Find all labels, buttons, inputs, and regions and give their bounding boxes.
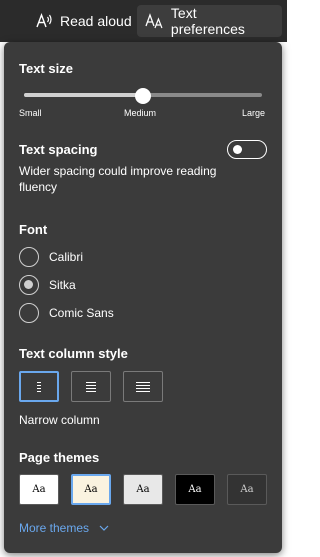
- text-size-small-label: Small: [19, 108, 42, 118]
- font-option-label: Sitka: [49, 278, 76, 292]
- chevron-down-icon: [99, 525, 109, 531]
- column-line: [136, 384, 150, 386]
- theme-light-gray-button[interactable]: Aa: [123, 474, 163, 505]
- theme-white-button[interactable]: Aa: [19, 474, 59, 505]
- font-option-label: Calibri: [49, 250, 84, 264]
- font-heading: Font: [19, 222, 48, 237]
- radio-button[interactable]: [19, 303, 39, 323]
- text-preferences-label: Text preferences: [170, 5, 245, 37]
- theme-sample-text: Aa: [240, 484, 254, 495]
- column-line: [37, 387, 41, 389]
- read-aloud-button[interactable]: Read aloud: [26, 5, 140, 37]
- font-option-sitka[interactable]: Sitka: [19, 274, 76, 296]
- reader-toolbar: Read aloud Text preferences: [0, 0, 287, 42]
- text-preferences-icon: [145, 13, 163, 29]
- column-style-selected-label: Narrow column: [19, 413, 100, 427]
- text-spacing-description: Wider spacing could improve reading flue…: [19, 164, 217, 194]
- text-spacing-heading: Text spacing: [19, 142, 98, 157]
- column-line: [86, 390, 96, 392]
- column-narrow-button[interactable]: [19, 371, 59, 402]
- text-spacing-toggle[interactable]: [227, 140, 267, 159]
- column-line: [136, 390, 150, 392]
- column-line: [86, 384, 96, 386]
- text-size-medium-label: Medium: [124, 108, 157, 118]
- radio-button[interactable]: [19, 247, 39, 267]
- theme-dark-gray-button[interactable]: Aa: [227, 474, 267, 505]
- column-line: [86, 381, 96, 383]
- text-size-slider-thumb[interactable]: [135, 88, 151, 104]
- text-preferences-panel: Text size Small Medium Large Text spacin…: [4, 42, 282, 553]
- column-medium-button[interactable]: [71, 371, 111, 402]
- theme-black-button[interactable]: Aa: [175, 474, 215, 505]
- font-option-comic-sans[interactable]: Comic Sans: [19, 302, 114, 324]
- more-themes-button[interactable]: More themes: [19, 521, 109, 535]
- column-line: [37, 390, 41, 392]
- font-option-calibri[interactable]: Calibri: [19, 246, 83, 268]
- more-themes-label: More themes: [19, 521, 90, 535]
- page-themes-heading: Page themes: [19, 450, 100, 465]
- text-size-slider-fill: [24, 93, 143, 97]
- read-aloud-label: Read aloud: [60, 13, 132, 29]
- font-option-label: Comic Sans: [49, 306, 114, 320]
- column-line: [136, 381, 150, 383]
- column-wide-button[interactable]: [123, 371, 163, 402]
- column-line: [37, 384, 41, 386]
- theme-sample-text: Aa: [188, 484, 202, 495]
- read-aloud-icon: [36, 13, 52, 28]
- theme-sample-text: Aa: [136, 484, 150, 495]
- column-line: [37, 381, 41, 383]
- text-preferences-button[interactable]: Text preferences: [137, 5, 282, 37]
- column-style-heading: Text column style: [19, 346, 128, 361]
- theme-sample-text: Aa: [32, 484, 46, 495]
- column-line: [136, 387, 150, 389]
- toggle-knob: [233, 144, 242, 154]
- text-size-heading: Text size: [19, 61, 73, 76]
- text-size-large-label: Large: [242, 108, 266, 118]
- column-line: [86, 387, 96, 389]
- theme-sample-text: Aa: [84, 484, 98, 495]
- theme-sepia-button[interactable]: Aa: [71, 474, 111, 505]
- radio-button-checked[interactable]: [19, 275, 39, 295]
